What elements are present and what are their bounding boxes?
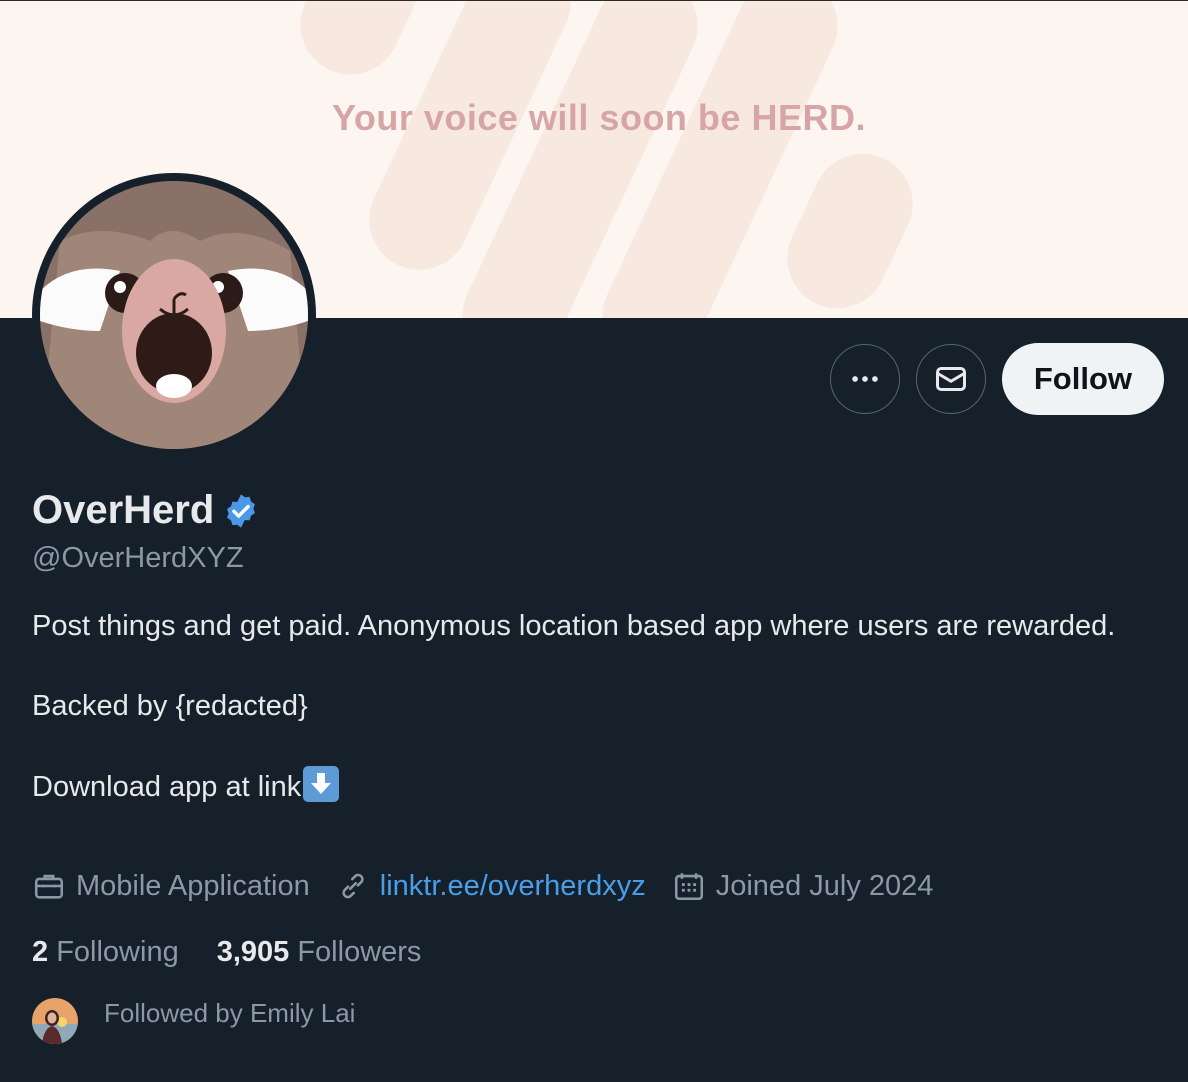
bio-line: Download app at link [32,771,302,803]
envelope-icon [935,367,966,391]
following-label: Following [56,936,179,968]
verified-badge-icon[interactable] [222,492,260,530]
followers-label: Followers [297,936,422,968]
bio-line-download: Download app at link [32,766,1132,807]
banner-tagline: Your voice will soon be HERD. [332,97,866,138]
joined-item: Joined July 2024 [672,869,934,903]
down-arrow-emoji-icon [303,766,340,802]
followers-link[interactable]: 3,905 Followers [217,936,422,969]
more-horizontal-icon [852,376,878,382]
profile-handle: @OverHerdXYZ [32,542,244,574]
website-item: linktr.ee/overherdxyz [336,869,646,903]
following-link[interactable]: 2 Following [32,936,179,969]
profile-bio: Post things and get paid. Anonymous loca… [32,606,1132,807]
bio-line: Backed by {redacted} [32,690,308,722]
profile-avatar[interactable] [32,173,316,457]
profile-name-row: OverHerd [32,488,260,533]
more-button[interactable] [829,344,900,414]
profile-meta: Mobile Application linktr.ee/overherdxyz… [32,869,959,903]
followed-by-row[interactable]: Followed by Emily Lai [32,998,355,1044]
bio-line: Post things and get paid. Anonymous loca… [32,610,1116,642]
message-button[interactable] [915,344,986,414]
joined-date: Joined July 2024 [715,869,934,902]
profile-actions: Follow [829,343,1164,415]
profile-stats: 2 Following 3,905 Followers [32,936,459,969]
calendar-icon [674,873,703,901]
followed-by-text: Followed by Emily Lai [104,997,356,1028]
followers-count: 3,905 [216,936,290,968]
category-label: Mobile Application [76,869,310,902]
display-name: OverHerd [32,488,215,532]
herd-mascot-avatar-image [40,181,308,449]
link-icon [342,873,364,899]
following-count: 2 [32,936,49,968]
category-item: Mobile Application [32,869,310,903]
follow-button[interactable]: Follow [1001,343,1164,415]
website-link[interactable]: linktr.ee/overherdxyz [380,870,646,903]
briefcase-icon [34,874,64,899]
follower-avatar [32,998,78,1044]
